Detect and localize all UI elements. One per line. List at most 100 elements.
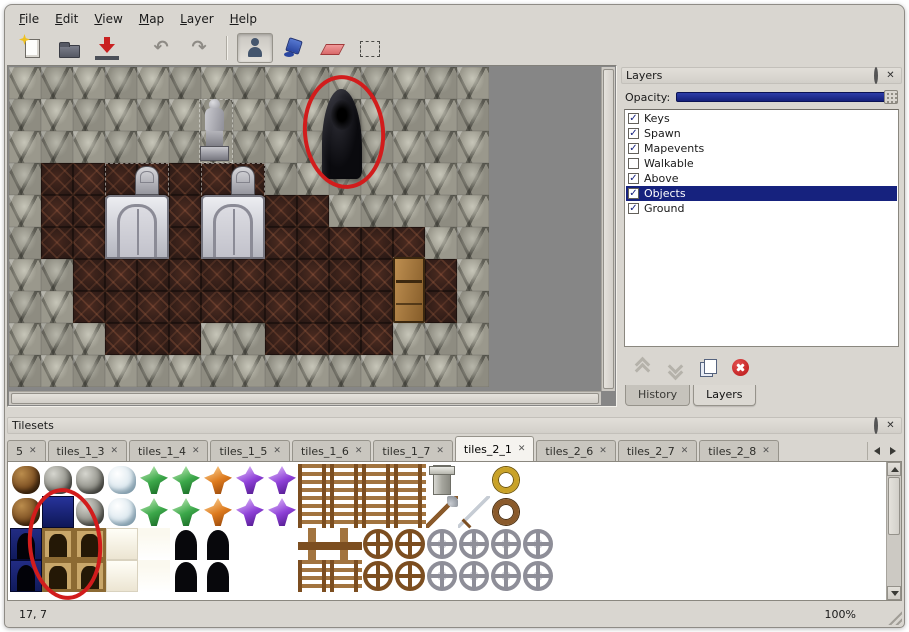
layer-visibility-checkbox[interactable]: ✓ xyxy=(628,173,639,184)
layer-visibility-checkbox[interactable]: ✓ xyxy=(628,143,639,154)
map-tile[interactable] xyxy=(233,131,265,163)
tileset-tab-tiles_1_4[interactable]: tiles_1_4✕ xyxy=(129,440,208,461)
menu-edit[interactable]: Edit xyxy=(47,10,86,28)
map-tile[interactable] xyxy=(425,259,457,291)
map-tile[interactable] xyxy=(393,99,425,131)
lower-layer-button[interactable] xyxy=(664,357,684,377)
map-tile[interactable] xyxy=(457,67,489,99)
map-tile[interactable] xyxy=(41,195,73,227)
map-tile[interactable] xyxy=(9,355,41,387)
scrollbar-thumb[interactable] xyxy=(888,477,900,535)
map-tile[interactable] xyxy=(105,323,137,355)
map-tile[interactable] xyxy=(169,195,201,227)
float-panel-button[interactable] xyxy=(869,419,882,432)
map-tile[interactable] xyxy=(41,99,73,131)
tile-ring_gold[interactable] xyxy=(490,464,522,496)
tile-fence_h[interactable] xyxy=(362,464,394,496)
tile-fence_h[interactable] xyxy=(330,560,362,592)
map-tile[interactable] xyxy=(9,291,41,323)
map-tile[interactable] xyxy=(73,99,105,131)
map-tile[interactable] xyxy=(393,195,425,227)
tab-close-icon[interactable]: ✕ xyxy=(599,446,607,456)
tile-fence_h[interactable] xyxy=(298,496,330,528)
map-tile[interactable] xyxy=(265,355,297,387)
map-tile[interactable] xyxy=(137,355,169,387)
map-tile[interactable] xyxy=(201,259,233,291)
tab-close-icon[interactable]: ✕ xyxy=(355,446,363,456)
map-tile[interactable] xyxy=(9,195,41,227)
map-tile[interactable] xyxy=(361,355,393,387)
tile-sword[interactable] xyxy=(458,496,490,528)
tile-fence_h[interactable] xyxy=(394,464,426,496)
tab-close-icon[interactable]: ✕ xyxy=(110,446,118,456)
tileset-vertical-scrollbar[interactable] xyxy=(886,462,901,600)
tab-history[interactable]: History xyxy=(625,385,690,406)
tile-crystal_green[interactable] xyxy=(138,496,170,528)
map-tile[interactable] xyxy=(297,355,329,387)
map-tile[interactable] xyxy=(265,259,297,291)
map-canvas[interactable] xyxy=(9,67,489,387)
map-tile[interactable] xyxy=(457,227,489,259)
close-panel-button[interactable]: ✕ xyxy=(884,419,897,432)
map-tile[interactable] xyxy=(425,195,457,227)
tile-fence_h[interactable] xyxy=(330,464,362,496)
menu-file[interactable]: File xyxy=(11,10,47,28)
tile-wheel_gray[interactable] xyxy=(490,560,522,592)
map-tile[interactable] xyxy=(425,131,457,163)
map-tile[interactable] xyxy=(201,67,233,99)
map-tile[interactable] xyxy=(137,291,169,323)
map-tile[interactable] xyxy=(73,163,105,195)
map-tile[interactable] xyxy=(297,291,329,323)
scroll-down-icon[interactable] xyxy=(887,586,901,600)
map-tile[interactable] xyxy=(297,259,329,291)
close-panel-button[interactable]: ✕ xyxy=(884,69,897,82)
layer-row-keys[interactable]: ✓Keys xyxy=(626,111,897,126)
tab-close-icon[interactable]: ✕ xyxy=(762,446,770,456)
map-tile[interactable] xyxy=(9,99,41,131)
map-tile[interactable] xyxy=(457,131,489,163)
tile-wheel_brown[interactable] xyxy=(362,560,394,592)
tile-crystal_orange[interactable] xyxy=(202,496,234,528)
map-tile[interactable] xyxy=(329,323,361,355)
tile-crystal_green[interactable] xyxy=(138,464,170,496)
map-tile[interactable] xyxy=(73,195,105,227)
map-tile[interactable] xyxy=(457,355,489,387)
duplicate-layer-button[interactable] xyxy=(697,357,717,377)
eraser-tool-button[interactable] xyxy=(313,33,349,63)
map-tile[interactable] xyxy=(393,323,425,355)
map-tile[interactable] xyxy=(265,67,297,99)
map-tile[interactable] xyxy=(297,227,329,259)
map-tile[interactable] xyxy=(361,195,393,227)
layer-visibility-checkbox[interactable]: ✓ xyxy=(628,188,639,199)
tile-rock_brown[interactable] xyxy=(10,464,42,496)
scrollbar-thumb[interactable] xyxy=(603,69,614,389)
map-tile[interactable] xyxy=(265,131,297,163)
scroll-up-icon[interactable] xyxy=(887,462,901,476)
tab-layers[interactable]: Layers xyxy=(693,385,755,406)
map-tile[interactable] xyxy=(169,291,201,323)
map-tile[interactable] xyxy=(137,67,169,99)
map-tile[interactable] xyxy=(73,67,105,99)
map-tile[interactable] xyxy=(41,67,73,99)
map-tile[interactable] xyxy=(361,323,393,355)
fill-tool-button[interactable] xyxy=(275,33,311,63)
tileset-tab-tiles_2_1[interactable]: tiles_2_1✕ xyxy=(455,436,534,461)
tab-close-icon[interactable]: ✕ xyxy=(518,444,526,454)
map-tile[interactable] xyxy=(41,227,73,259)
tile-crystal_purple[interactable] xyxy=(234,464,266,496)
map-tile[interactable] xyxy=(169,323,201,355)
tile-wheel_gray[interactable] xyxy=(458,528,490,560)
tileset-tab-tiles_1_7[interactable]: tiles_1_7✕ xyxy=(373,440,452,461)
menu-map[interactable]: Map xyxy=(131,10,172,28)
map-vertical-scrollbar[interactable] xyxy=(601,67,615,391)
tile-rock_ice[interactable] xyxy=(106,464,138,496)
tab-close-icon[interactable]: ✕ xyxy=(436,446,444,456)
scroll-tabs-right-icon[interactable] xyxy=(885,442,900,460)
map-tile[interactable] xyxy=(137,259,169,291)
tile-fence_h[interactable] xyxy=(362,496,394,528)
tile-wheel_brown[interactable] xyxy=(394,528,426,560)
map-tile[interactable] xyxy=(329,227,361,259)
tile-fence_h[interactable] xyxy=(394,496,426,528)
open-file-button[interactable] xyxy=(51,33,87,63)
tileset-tab-tiles_2_6[interactable]: tiles_2_6✕ xyxy=(536,440,615,461)
